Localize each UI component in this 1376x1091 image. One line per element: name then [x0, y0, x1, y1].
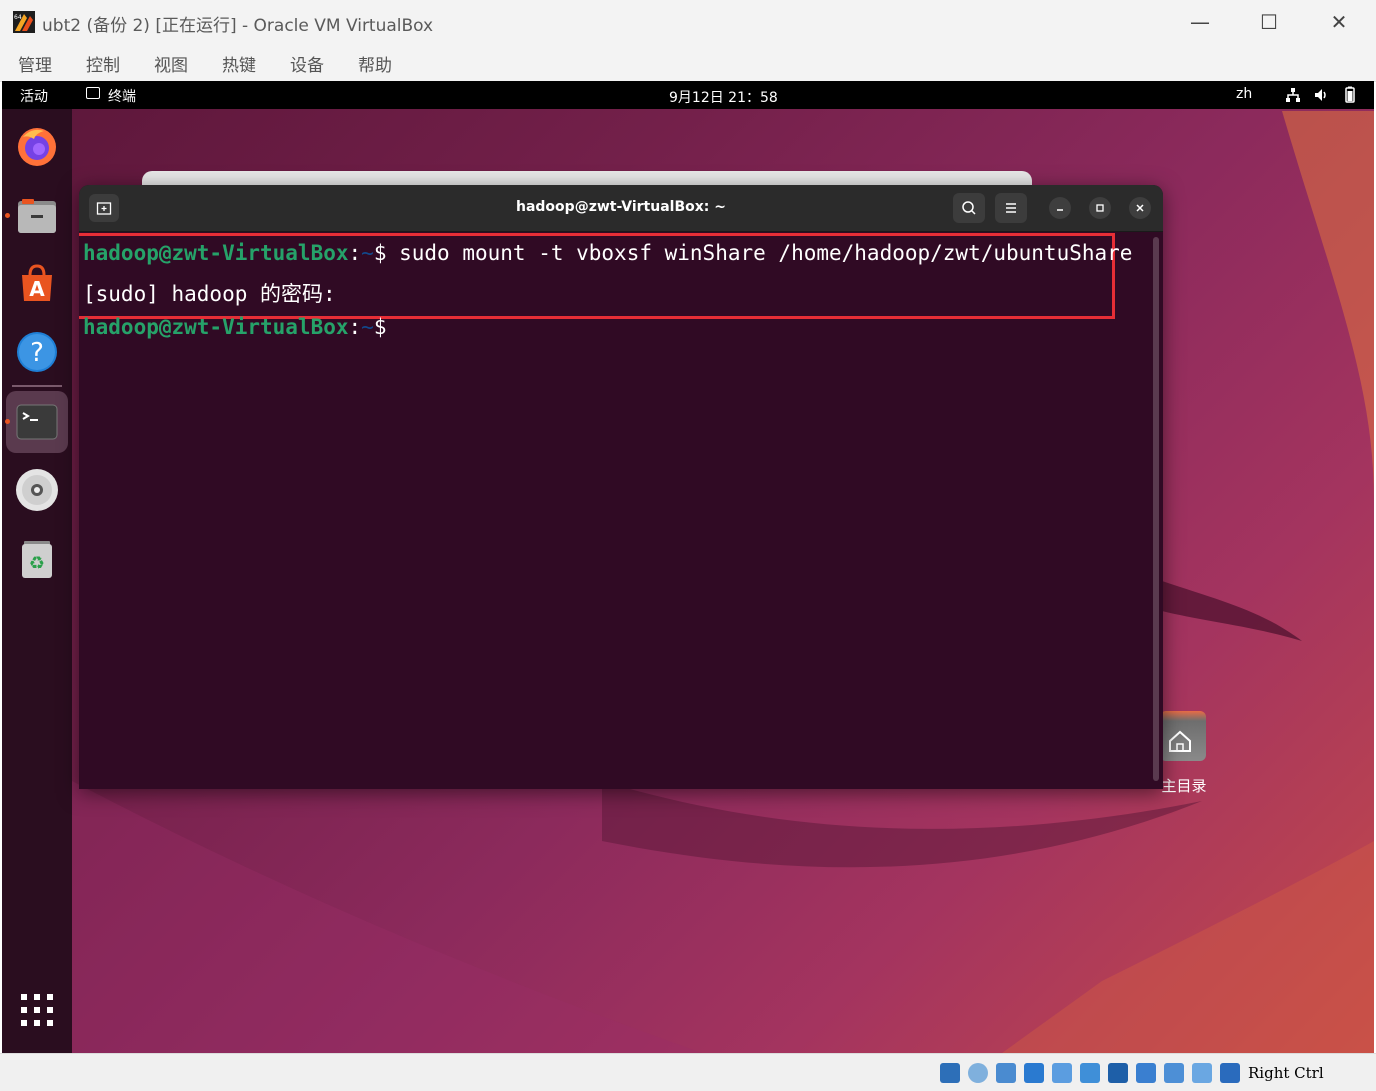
- volume-icon[interactable]: [1313, 87, 1329, 103]
- files-icon: [18, 199, 56, 233]
- maximize-button[interactable]: ☐: [1241, 4, 1297, 40]
- usb-status-icon[interactable]: [1052, 1063, 1072, 1083]
- recording-status-icon[interactable]: [1136, 1063, 1156, 1083]
- cpu-status-icon[interactable]: [1164, 1063, 1184, 1083]
- dock-disc[interactable]: [10, 463, 64, 517]
- terminal-maximize-button[interactable]: [1089, 197, 1111, 219]
- trash-icon: ♻: [22, 541, 52, 578]
- terminal-window[interactable]: hadoop@zwt-VirtualBox: ~ hadoop@zwt-Virt…: [79, 185, 1163, 789]
- software-store-icon: A: [22, 264, 52, 301]
- app-menu-terminal[interactable]: 终端: [108, 86, 136, 106]
- terminal-scrollbar[interactable]: [1153, 237, 1159, 781]
- terminal-output[interactable]: hadoop@zwt-VirtualBox:~$ sudo mount -t v…: [79, 231, 1163, 789]
- svg-text:A: A: [29, 277, 45, 301]
- mouse-integration-status-icon[interactable]: [1192, 1063, 1212, 1083]
- search-icon: [962, 201, 976, 215]
- terminal-icon: [16, 404, 58, 440]
- svg-text:♻: ♻: [29, 553, 45, 574]
- terminal-minimize-button[interactable]: [1049, 197, 1071, 219]
- menu-hotkeys[interactable]: 热键: [222, 51, 256, 76]
- svg-text:?: ?: [30, 338, 44, 368]
- terminal-line: hadoop@zwt-VirtualBox:~$: [83, 315, 387, 339]
- search-button[interactable]: [953, 193, 985, 223]
- activities-button[interactable]: 活动: [20, 86, 48, 106]
- menu-button[interactable]: [995, 193, 1027, 223]
- dock-help[interactable]: ?: [10, 325, 64, 379]
- app-grid-icon: [21, 994, 53, 1026]
- display-status-icon[interactable]: [1108, 1063, 1128, 1083]
- virtualbox-menu-bar: 管理 控制 视图 热键 设备 帮助: [0, 44, 1376, 82]
- host-key-indicator: Right Ctrl: [1248, 1064, 1324, 1082]
- virtualbox-app-icon: 64: [12, 10, 36, 34]
- ubuntu-top-bar: 活动 终端 9月12日 21：58 zh: [2, 81, 1374, 109]
- clock[interactable]: 9月12日 21：58: [669, 87, 778, 107]
- ubuntu-dock: A ? ♻: [2, 109, 72, 1053]
- minimize-icon: [1057, 209, 1063, 211]
- dock-terminal[interactable]: [10, 395, 64, 449]
- menu-view[interactable]: 视图: [154, 51, 188, 76]
- guest-display[interactable]: 活动 终端 9月12日 21：58 zh A ? ♻ 主目录 hadoop@zw…: [2, 81, 1374, 1053]
- help-icon: ?: [17, 332, 57, 372]
- network-icon[interactable]: [1285, 87, 1301, 103]
- menu-manage[interactable]: 管理: [18, 51, 52, 76]
- keyboard-status-icon[interactable]: [1220, 1063, 1240, 1083]
- maximize-icon: ☐: [1260, 10, 1278, 34]
- virtualbox-title-bar: 64 ubt2 (备份 2) [正在运行] - Oracle VM Virtua…: [0, 0, 1376, 44]
- input-method[interactable]: zh: [1236, 86, 1252, 102]
- home-folder-icon[interactable]: [1160, 711, 1206, 761]
- maximize-icon: [1096, 204, 1104, 212]
- firefox-icon: [18, 128, 56, 166]
- virtualbox-status-bar: Right Ctrl: [0, 1053, 1376, 1091]
- close-icon: [1136, 204, 1144, 212]
- menu-control[interactable]: 控制: [86, 51, 120, 76]
- optical-disc-icon: [16, 469, 58, 511]
- shared-folders-status-icon[interactable]: [1080, 1063, 1100, 1083]
- network-status-icon[interactable]: [1024, 1063, 1044, 1083]
- audio-status-icon[interactable]: [996, 1063, 1016, 1083]
- close-icon: ✕: [1330, 10, 1348, 34]
- menu-devices[interactable]: 设备: [290, 51, 324, 76]
- hard-disk-status-icon[interactable]: [940, 1063, 960, 1083]
- dock-separator: [12, 385, 62, 387]
- terminal-close-button[interactable]: [1129, 197, 1151, 219]
- svg-text:64: 64: [14, 14, 22, 21]
- terminal-app-icon: [86, 87, 100, 99]
- hamburger-icon: [1006, 203, 1016, 213]
- window-title: ubt2 (备份 2) [正在运行] - Oracle VM VirtualBo…: [42, 16, 434, 36]
- terminal-line: hadoop@zwt-VirtualBox:~$ sudo mount -t v…: [83, 241, 1133, 265]
- dock-firefox[interactable]: [10, 119, 64, 173]
- optical-drive-status-icon[interactable]: [968, 1063, 988, 1083]
- battery-icon[interactable]: [1341, 86, 1359, 104]
- dock-software[interactable]: A: [10, 257, 64, 311]
- minimize-button[interactable]: —: [1172, 4, 1228, 40]
- dock-files[interactable]: [10, 189, 64, 243]
- dock-trash[interactable]: ♻: [10, 531, 64, 585]
- terminal-line: [sudo] hadoop 的密码:: [83, 282, 336, 306]
- terminal-header-bar: hadoop@zwt-VirtualBox: ~: [79, 185, 1163, 232]
- close-button[interactable]: ✕: [1311, 4, 1367, 40]
- minimize-icon: —: [1190, 10, 1210, 34]
- menu-help[interactable]: 帮助: [358, 51, 392, 76]
- show-apps-button[interactable]: [10, 983, 64, 1037]
